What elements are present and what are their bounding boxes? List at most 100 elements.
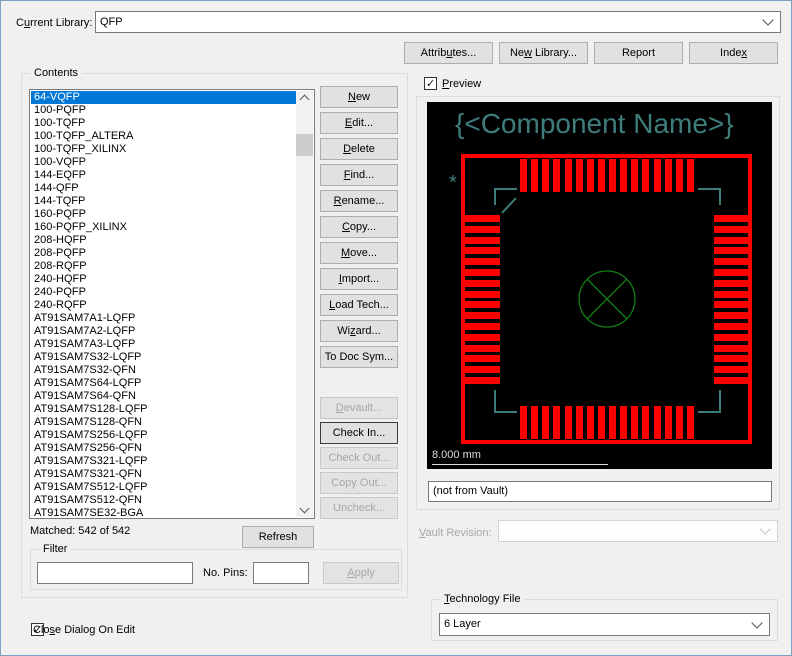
filter-name-input[interactable] xyxy=(37,562,193,584)
preview-checkbox-label: Preview xyxy=(442,78,481,90)
apply-button: Apply xyxy=(323,562,399,584)
list-item[interactable]: 208-PQFP xyxy=(31,247,296,260)
close-dialog-on-edit-label: Close Dialog On Edit xyxy=(33,624,135,636)
list-item[interactable]: 100-VQFP xyxy=(31,156,296,169)
list-item[interactable]: 100-TQFP_XILINX xyxy=(31,143,296,156)
list-item[interactable]: 144-TQFP xyxy=(31,195,296,208)
chevron-down-icon xyxy=(762,14,773,25)
devault-button: Devault... xyxy=(320,397,398,419)
scale-bar-line xyxy=(432,464,608,465)
check-out-button: Check Out... xyxy=(320,447,398,469)
find-button[interactable]: Find... xyxy=(320,164,398,186)
list-item[interactable]: AT91SAM7S64-LQFP xyxy=(31,377,296,390)
list-item[interactable]: AT91SAM7S321-LQFP xyxy=(31,455,296,468)
vault-revision-label: Vault Revision: xyxy=(419,527,492,539)
list-item[interactable]: 208-HQFP xyxy=(31,234,296,247)
silk-corner-bottom-left xyxy=(495,390,517,412)
origin-marker-cross xyxy=(587,279,627,319)
index-button[interactable]: Index xyxy=(689,42,778,64)
list-item[interactable]: AT91SAM7S128-QFN xyxy=(31,416,296,429)
list-item[interactable]: AT91SAM7S32-LQFP xyxy=(31,351,296,364)
wizard-button[interactable]: Wizard... xyxy=(320,320,398,342)
scroll-down-button[interactable] xyxy=(296,502,313,517)
technology-file-group-label: Technology File xyxy=(440,593,524,606)
uncheck-button: Uncheck... xyxy=(320,497,398,519)
vault-button-column: Devault... Check In... Check Out... Copy Ou… xyxy=(320,397,398,519)
copy-button[interactable]: Copy... xyxy=(320,216,398,238)
contents-list-rows: 64-VQFP100-PQFP100-TQFP100-TQFP_ALTERA10… xyxy=(31,91,296,517)
silk-corner-top-right xyxy=(698,189,720,205)
move-button[interactable]: Move... xyxy=(320,242,398,264)
list-item[interactable]: AT91SAM7S321-QFN xyxy=(31,468,296,481)
list-item[interactable]: 144-EQFP xyxy=(31,169,296,182)
list-item[interactable]: AT91SAM7A1-LQFP xyxy=(31,312,296,325)
no-pins-input[interactable] xyxy=(253,562,309,584)
vault-status-field: (not from Vault) xyxy=(428,481,772,502)
matched-count-label: Matched: 542 of 542 xyxy=(30,525,130,537)
list-item[interactable]: 160-PQFP_XILINX xyxy=(31,221,296,234)
list-item[interactable]: AT91SAM7S64-QFN xyxy=(31,390,296,403)
list-item[interactable]: 208-RQFP xyxy=(31,260,296,273)
scrollbar-thumb[interactable] xyxy=(296,134,313,156)
list-item[interactable]: AT91SAM7S128-LQFP xyxy=(31,403,296,416)
footprint-preview-canvas: {<Component Name>} * 8.000 mm xyxy=(427,102,772,469)
current-library-combobox[interactable]: QFP xyxy=(95,11,781,33)
pin1-asterisk-marker: * xyxy=(449,172,457,195)
edit-button[interactable]: Edit... xyxy=(320,112,398,134)
pin1-diagonal-mark xyxy=(502,198,516,213)
list-item[interactable]: AT91SAM7S256-LQFP xyxy=(31,429,296,442)
chevron-down-icon xyxy=(751,617,762,628)
list-item[interactable]: 240-PQFP xyxy=(31,286,296,299)
refresh-button[interactable]: Refresh xyxy=(242,526,314,548)
rename-button[interactable]: Rename... xyxy=(320,190,398,212)
delete-button[interactable]: Delete xyxy=(320,138,398,160)
no-pins-label: No. Pins: xyxy=(203,567,248,579)
import-button[interactable]: Import... xyxy=(320,268,398,290)
silkscreen-overlay xyxy=(427,102,772,469)
silk-corner-top-left xyxy=(495,189,517,205)
list-item[interactable]: 100-PQFP xyxy=(31,104,296,117)
list-item[interactable]: 100-TQFP_ALTERA xyxy=(31,130,296,143)
contents-listbox[interactable]: 64-VQFP100-PQFP100-TQFP100-TQFP_ALTERA10… xyxy=(29,89,315,519)
report-button[interactable]: Report xyxy=(594,42,683,64)
list-item[interactable]: AT91SAM7S512-QFN xyxy=(31,494,296,507)
list-item[interactable]: AT91SAM7S256-QFN xyxy=(31,442,296,455)
new-library-button[interactable]: New Library... xyxy=(499,42,588,64)
chevron-up-icon xyxy=(300,95,310,105)
library-manager-dialog: Current Library: QFP Attributes... New Li… xyxy=(0,0,792,656)
filter-group: Filter No. Pins: Apply xyxy=(30,549,402,590)
to-doc-sym-button[interactable]: To Doc Sym... xyxy=(320,346,398,368)
list-item[interactable]: AT91SAM7S512-LQFP xyxy=(31,481,296,494)
attributes-button[interactable]: Attributes... xyxy=(404,42,493,64)
list-item[interactable]: 144-QFP xyxy=(31,182,296,195)
chevron-down-icon xyxy=(300,504,310,514)
list-item[interactable]: 64-VQFP xyxy=(31,91,296,104)
contents-group-label: Contents xyxy=(30,67,82,80)
list-item[interactable]: 160-PQFP xyxy=(31,208,296,221)
copy-out-button: Copy Out... xyxy=(320,472,398,494)
technology-file-combobox[interactable]: 6 Layer xyxy=(439,613,770,636)
list-item[interactable]: AT91SAM7A2-LQFP xyxy=(31,325,296,338)
list-item[interactable]: 240-HQFP xyxy=(31,273,296,286)
vertical-scrollbar[interactable] xyxy=(296,91,313,517)
header-button-row: Attributes... New Library... Report Index xyxy=(404,42,778,64)
new-button[interactable]: New xyxy=(320,86,398,108)
scroll-up-button[interactable] xyxy=(296,91,313,106)
check-in-button[interactable]: Check In... xyxy=(320,422,398,444)
preview-group: {<Component Name>} * 8.000 mm (not from … xyxy=(416,96,780,510)
preview-checkbox[interactable] xyxy=(424,77,437,90)
silk-corner-bottom-right xyxy=(698,390,720,412)
load-tech-button[interactable]: Load Tech... xyxy=(320,294,398,316)
list-item[interactable]: 240-RQFP xyxy=(31,299,296,312)
current-library-value: QFP xyxy=(100,16,123,28)
list-item[interactable]: 100-TQFP xyxy=(31,117,296,130)
list-item[interactable]: AT91SAM7A3-LQFP xyxy=(31,338,296,351)
action-button-column: New Edit... Delete Find... Rename... Copy... M… xyxy=(320,86,398,368)
technology-file-value: 6 Layer xyxy=(444,618,481,630)
current-library-label: Current Library: xyxy=(16,17,92,29)
list-item[interactable]: AT91SAM7S32-QFN xyxy=(31,364,296,377)
contents-group: Contents 64-VQFP100-PQFP100-TQFP100-TQFP… xyxy=(21,73,408,598)
chevron-down-icon xyxy=(759,523,770,534)
scale-bar-label: 8.000 mm xyxy=(432,449,481,461)
list-item[interactable]: AT91SAM7SE32-BGA xyxy=(31,507,296,517)
